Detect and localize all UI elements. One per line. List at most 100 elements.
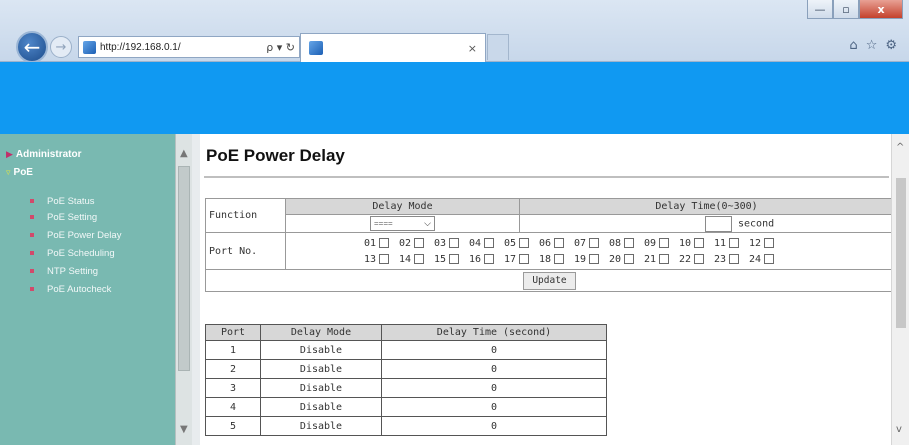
- port-checkbox-item[interactable]: 19: [574, 254, 609, 265]
- port-checkbox[interactable]: [624, 254, 635, 264]
- port-checkbox-item[interactable]: 01: [364, 238, 399, 249]
- port-checkbox[interactable]: [694, 254, 705, 264]
- port-checkbox[interactable]: [379, 238, 390, 248]
- port-number: 12: [749, 237, 762, 249]
- port-number: 03: [434, 237, 447, 249]
- port-checkbox-item[interactable]: 17: [504, 254, 539, 265]
- address-url: http://192.168.0.1/: [100, 41, 181, 53]
- maximize-button[interactable]: ▫: [833, 0, 859, 19]
- port-checkbox-item[interactable]: 14: [399, 254, 434, 265]
- port-checkbox-item[interactable]: 18: [539, 254, 574, 265]
- port-checkbox[interactable]: [764, 254, 775, 264]
- settings-icon[interactable]: ⚙: [885, 38, 897, 53]
- port-checkbox-item[interactable]: 24: [749, 254, 784, 265]
- port-checkbox-item[interactable]: 06: [539, 238, 574, 249]
- port-checkbox[interactable]: [414, 254, 425, 264]
- main-scroll-thumb[interactable]: [896, 178, 906, 328]
- main-scrollbar[interactable]: ^ v: [891, 134, 909, 445]
- scroll-up-icon[interactable]: ▲: [180, 148, 188, 159]
- submenu-poe-autocheck[interactable]: PoE Autocheck: [30, 280, 121, 298]
- port-checkbox[interactable]: [589, 238, 600, 248]
- port-checkbox[interactable]: [624, 238, 635, 248]
- port-checkbox[interactable]: [764, 238, 775, 248]
- delay-mode-header: Delay Mode: [285, 198, 520, 215]
- scroll-down-icon[interactable]: ▼: [180, 424, 188, 435]
- forward-button[interactable]: →: [50, 36, 72, 58]
- port-checkbox-item[interactable]: 05: [504, 238, 539, 249]
- port-checkbox-item[interactable]: 12: [749, 238, 784, 249]
- port-checkbox-item[interactable]: 22: [679, 254, 714, 265]
- address-tools[interactable]: ρ ▾ ↻: [266, 41, 295, 54]
- delay-time-column-header: Delay Time (second): [381, 324, 607, 341]
- port-checkbox-item[interactable]: 23: [714, 254, 749, 265]
- port-checkbox[interactable]: [414, 238, 425, 248]
- port-checkbox-item[interactable]: 11: [714, 238, 749, 249]
- home-icon[interactable]: ⌂: [849, 38, 857, 53]
- delay-time-header: Delay Time(0~300): [519, 198, 894, 215]
- favorites-icon[interactable]: ☆: [866, 38, 878, 53]
- port-number: 14: [399, 253, 412, 265]
- scroll-up-icon[interactable]: ^: [896, 142, 904, 153]
- port-checkbox-item[interactable]: 21: [644, 254, 679, 265]
- close-window-button[interactable]: x: [859, 0, 903, 19]
- port-checkbox-item[interactable]: 16: [469, 254, 504, 265]
- port-checkbox[interactable]: [554, 254, 565, 264]
- bullet-icon: [30, 199, 34, 203]
- port-checkbox[interactable]: [484, 238, 495, 248]
- submenu-poe-power-delay[interactable]: PoE Power Delay: [30, 226, 121, 244]
- port-checkbox[interactable]: [484, 254, 495, 264]
- menu-administrator[interactable]: ▶ Administrator: [6, 149, 81, 160]
- delay-time-cell: 0: [381, 359, 607, 379]
- port-checkbox-item[interactable]: 03: [434, 238, 469, 249]
- port-number: 07: [574, 237, 587, 249]
- port-checkbox[interactable]: [659, 254, 670, 264]
- port-number: 18: [539, 253, 552, 265]
- delay-time-input[interactable]: [705, 215, 732, 232]
- port-checkbox[interactable]: [449, 254, 460, 264]
- scroll-down-icon[interactable]: v: [896, 424, 902, 435]
- port-checkbox[interactable]: [449, 238, 460, 248]
- sidebar-scroll-thumb[interactable]: [178, 166, 190, 371]
- submenu-poe-setting[interactable]: PoE Setting: [30, 208, 121, 226]
- submenu-poe-status[interactable]: PoE Status: [30, 194, 121, 208]
- delay-mode-select[interactable]: ==== ⌵: [370, 216, 435, 231]
- port-checkbox-item[interactable]: 20: [609, 254, 644, 265]
- second-label: second: [738, 218, 775, 230]
- address-bar[interactable]: http://192.168.0.1/ ρ ▾ ↻: [78, 36, 300, 58]
- port-checkbox-item[interactable]: 09: [644, 238, 679, 249]
- port-checkbox-item[interactable]: 08: [609, 238, 644, 249]
- port-checkbox[interactable]: [519, 254, 530, 264]
- port-checkbox-item[interactable]: 13: [364, 254, 399, 265]
- page-icon: [83, 40, 96, 54]
- port-checkbox[interactable]: [589, 254, 600, 264]
- window-controls: — ▫ x: [807, 0, 903, 19]
- tab-page-icon: [309, 41, 323, 55]
- submenu-ntp-setting[interactable]: NTP Setting: [30, 262, 121, 280]
- port-checkbox[interactable]: [659, 238, 670, 248]
- port-checkbox-item[interactable]: 10: [679, 238, 714, 249]
- port-checkbox-item[interactable]: 04: [469, 238, 504, 249]
- port-number: 09: [644, 237, 657, 249]
- submenu-poe-scheduling[interactable]: PoE Scheduling: [30, 244, 121, 262]
- port-checkbox[interactable]: [554, 238, 565, 248]
- port-checkbox-item[interactable]: 07: [574, 238, 609, 249]
- new-tab-button[interactable]: [487, 34, 509, 60]
- delay-time-cell: second: [519, 214, 894, 233]
- browser-tab[interactable]: ×: [300, 33, 486, 62]
- sidebar-scrollbar[interactable]: ▲ ▼: [175, 134, 192, 445]
- port-checkbox-item[interactable]: 15: [434, 254, 469, 265]
- update-button[interactable]: Update: [523, 271, 576, 290]
- port-checkbox[interactable]: [729, 238, 740, 248]
- port-checkbox[interactable]: [729, 254, 740, 264]
- table-row: 2 Disable 0: [205, 359, 607, 379]
- port-checkbox[interactable]: [519, 238, 530, 248]
- minimize-button[interactable]: —: [807, 0, 833, 19]
- port-checkbox[interactable]: [379, 254, 390, 264]
- port-number: 24: [749, 253, 762, 265]
- back-button[interactable]: ←: [16, 31, 48, 63]
- menu-poe[interactable]: ▿ PoE: [6, 167, 33, 178]
- port-number: 04: [469, 237, 482, 249]
- tab-close-icon[interactable]: ×: [468, 42, 477, 55]
- port-checkbox[interactable]: [694, 238, 705, 248]
- port-checkbox-item[interactable]: 02: [399, 238, 434, 249]
